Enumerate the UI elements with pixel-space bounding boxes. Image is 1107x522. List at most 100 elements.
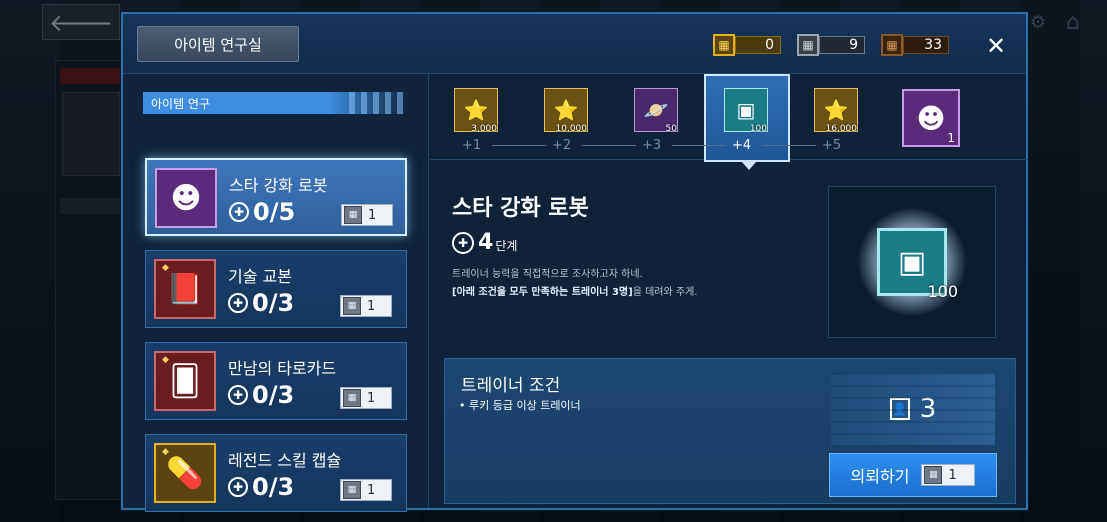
quest-progress-value: 0/3 [252, 381, 295, 409]
silver-ticket-icon: ▦ [797, 34, 819, 56]
modal-header: 아이템 연구실 ▦ 0 ▦ 9 ▦ 33 ✕ [123, 14, 1026, 74]
section-label: 아이템 연구 [143, 92, 409, 114]
teal-card-icon: ▣ 100 [877, 228, 958, 301]
quest-cost-value: 1 [367, 482, 376, 498]
purple-orb-icon: 🪐 [643, 98, 669, 122]
pin-icon: ◆ [162, 355, 169, 365]
quest-progress-value: 0/5 [253, 198, 296, 226]
quest-list-panel: 아이템 연구 ☻ 스타 강화 로봇 ✚ 0/5 ▦ 1 📕 ◆ 기술 교본 ✚ 0/3… [123, 74, 429, 512]
silver-ticket-icon: ▦ [344, 206, 362, 224]
step-label-text: +3 [642, 138, 662, 153]
silver-ticket-icon: ▦ [343, 389, 361, 407]
quest-cost: ▦ 1 [340, 387, 392, 409]
currency-value: 0 [735, 36, 781, 54]
request-label: 의뢰하기 [850, 467, 910, 486]
compass-icon: ✚ [229, 202, 249, 222]
step-amount: 50 [665, 124, 677, 134]
currency-silver: ▦ 9 [797, 34, 865, 56]
close-button[interactable]: ✕ [983, 32, 1009, 60]
currency-value: 33 [903, 36, 949, 54]
quest-cost-value: 1 [368, 207, 377, 223]
stage-number: 4 [478, 230, 494, 255]
highlight-text: [아래 조건을 모두 만족하는 트레이너 3명] [452, 287, 633, 298]
robot-head-icon: ☻ [155, 168, 217, 228]
quest-item-tech-book[interactable]: 📕 ◆ 기술 교본 ✚ 0/3 ▦ 1 [145, 250, 407, 328]
quest-cost: ▦ 1 [341, 204, 393, 226]
pixel-decoration [349, 92, 409, 114]
pin-icon: ◆ [162, 447, 169, 457]
quest-cost: ▦ 1 [340, 295, 392, 317]
step-label: +5 [822, 138, 841, 153]
compass-icon: ✚ [228, 477, 248, 497]
compass-icon: ✚ [228, 293, 248, 313]
currency-bronze: ▦ 33 [881, 34, 949, 56]
step-reward-5[interactable]: ⭐ 16,000 [814, 88, 858, 134]
compass-icon: ✚ [452, 231, 474, 254]
quest-item-tarot-card[interactable]: 🂠 ◆ 만남의 타로카드 ✚ 0/3 ▦ 1 [145, 342, 407, 420]
step-label-current: +4 [732, 138, 751, 153]
step-amount: 3,000 [471, 124, 497, 134]
game-screen: 🡐 ⚙ ⌂ 아이템 연구실 ▦ 0 ▦ 9 ▦ 33 ✕ 아이템 연구 ☻ 스타… [0, 0, 1107, 522]
quest-progress-value: 0/3 [252, 289, 295, 317]
quest-item-star-robot[interactable]: ☻ 스타 강화 로봇 ✚ 0/5 ▦ 1 [145, 158, 407, 236]
currency-value: 9 [819, 36, 865, 54]
quest-detail-panel: ⭐ 3,000 ⭐ 10,000 🪐 50 ▣ 100 ⭐ 16,000 +1 +2 +3… [430, 74, 1028, 508]
step-reward-4[interactable]: ▣ 100 [724, 88, 768, 134]
quest-name: 스타 강화 로봇 [229, 176, 328, 195]
request-cost-value: 1 [948, 467, 957, 483]
teal-card-icon: ▣ [736, 98, 756, 122]
close-icon: ✕ [985, 32, 1007, 60]
trainer-condition-panel: 트레이너 조건 • 루키 등급 이상 트레이너 👤 3 의뢰하기 ▦ 1 [444, 358, 1016, 504]
step-label-text: +1 [462, 138, 482, 153]
quest-cost-value: 1 [367, 298, 376, 314]
quest-progress: ✚ 0/3 [228, 473, 294, 501]
reward-preview: ▣ 100 [828, 186, 996, 338]
step-arrow [492, 145, 546, 146]
detail-title: 스타 강화 로봇 [452, 196, 589, 221]
step-arrow [762, 145, 816, 146]
stage-unit: 단계 [495, 239, 518, 253]
detail-stage: ✚ 4 단계 [452, 230, 517, 255]
reward-glow: ▣ 100 [857, 207, 967, 317]
step-reward-1[interactable]: ⭐ 3,000 [454, 88, 498, 134]
step-arrow [582, 145, 636, 146]
quest-name: 만남의 타로카드 [228, 359, 337, 378]
modal-title-tab[interactable]: 아이템 연구실 [137, 26, 299, 62]
step-label: +3 [642, 138, 661, 153]
step-label-text: +2 [552, 138, 572, 153]
quest-cost: ▦ 1 [340, 479, 392, 501]
condition-item: • 루키 등급 이상 트레이너 [459, 399, 581, 412]
step-label: +2 [552, 138, 571, 153]
detail-description: [아래 조건을 모두 만족하는 트레이너 3명]을 데려와 주게. [452, 283, 697, 298]
step-label-text: +4 [732, 138, 752, 153]
gold-coin-icon: ⭐ [823, 98, 849, 122]
step-label-text: +5 [822, 138, 842, 153]
gold-coin-icon: ⭐ [553, 98, 579, 122]
step-reward-2[interactable]: ⭐ 10,000 [544, 88, 588, 134]
final-reward-amount: 1 [947, 131, 955, 145]
robot-head-icon: ☻ [916, 101, 946, 135]
quest-item-legend-capsule[interactable]: 💊 ◆ 레전드 스킬 캡슐 ✚ 0/3 ▦ 1 [145, 434, 407, 512]
bronze-ticket-icon: ▦ [881, 34, 903, 56]
quest-progress: ✚ 0/5 [229, 198, 295, 226]
request-cost: ▦ 1 [921, 464, 976, 486]
quest-name: 기술 교본 [228, 267, 292, 286]
gold-ticket-icon: ▦ [713, 34, 735, 56]
quest-progress-value: 0/3 [252, 473, 295, 501]
section-label-text: 아이템 연구 [151, 96, 211, 111]
step-amount: 100 [749, 124, 767, 134]
silver-ticket-icon: ▦ [924, 466, 943, 484]
quest-name: 레전드 스킬 캡슐 [228, 451, 342, 470]
pin-icon: ◆ [162, 263, 169, 273]
currency-gold: ▦ 0 [713, 34, 781, 56]
description-rest: 을 데려와 주게. [632, 287, 698, 298]
step-amount: 10,000 [555, 124, 588, 134]
reward-amount: 100 [927, 282, 958, 301]
silver-ticket-icon: ▦ [343, 481, 361, 499]
step-reward-3[interactable]: 🪐 50 [634, 88, 678, 134]
request-button[interactable]: 의뢰하기 ▦ 1 [829, 453, 997, 497]
item-lab-modal: 아이템 연구실 ▦ 0 ▦ 9 ▦ 33 ✕ 아이템 연구 ☻ 스타 강화 로봇… [121, 12, 1028, 512]
gold-coin-icon: ⭐ [463, 98, 489, 122]
step-arrow [672, 145, 726, 146]
final-reward[interactable]: ☻ 1 [902, 89, 960, 147]
